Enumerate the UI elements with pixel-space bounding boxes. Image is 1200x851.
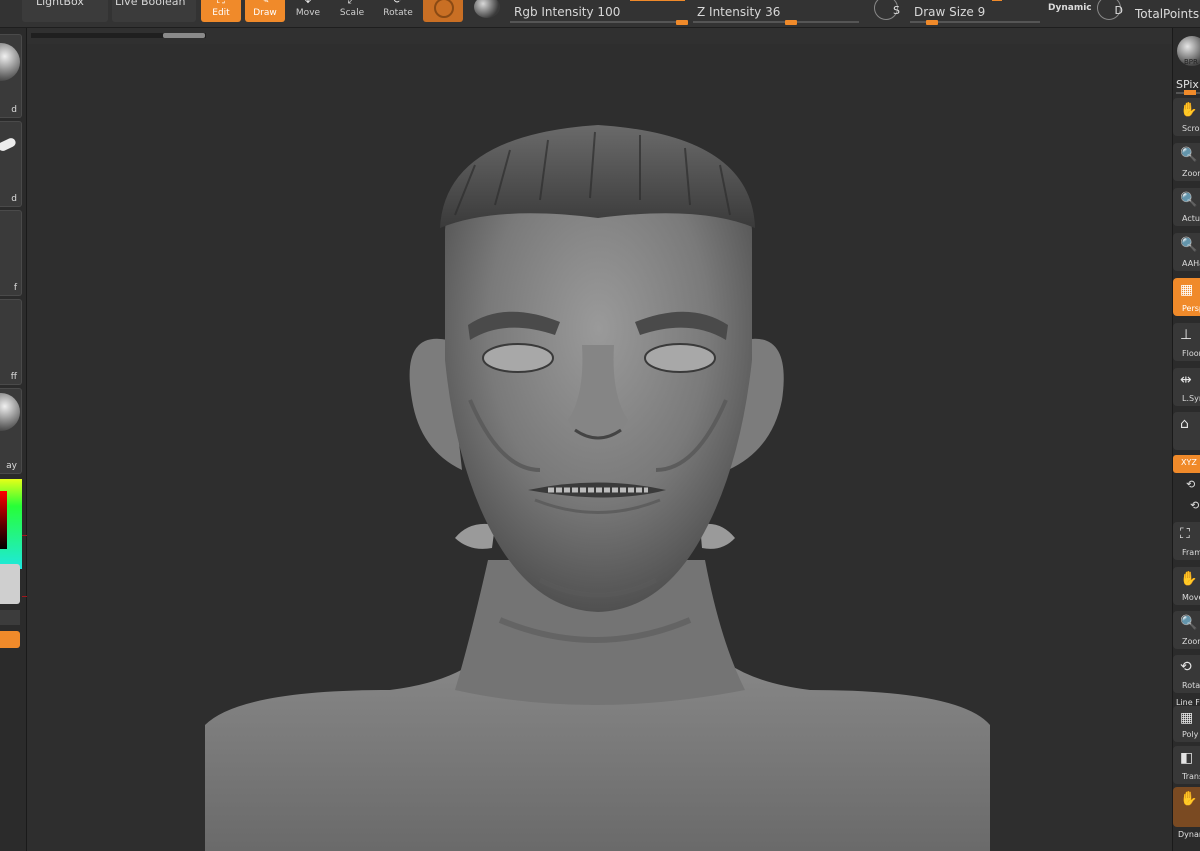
hair: [440, 125, 755, 228]
rgb-intensity-knob[interactable]: [676, 20, 688, 25]
rotate-view-button[interactable]: ⟲Rotate: [1173, 655, 1200, 693]
zbrush-window: LightBox Live Boolean ⛶ Edit ✎ Draw ✥ Mo…: [0, 0, 1200, 851]
spix-slider-knob[interactable]: [1184, 90, 1196, 95]
ghost-icon: ✋: [1180, 791, 1198, 807]
move-hand-icon: ✋: [1180, 571, 1198, 587]
secondary-color-swatch[interactable]: [0, 610, 20, 625]
polyframe-icon: ▦: [1180, 710, 1194, 726]
dynamic-label: Dynam: [1178, 830, 1200, 839]
left-shelf: d d f ff ay: [0, 28, 27, 851]
y-rotate-icon[interactable]: ⟲: [1186, 478, 1195, 491]
horizontal-scrollbar-thumb[interactable]: [163, 33, 205, 38]
brush-slot-standard[interactable]: d: [0, 34, 22, 118]
lock-icon: ⌂: [1180, 416, 1189, 432]
rotate-icon: ⟳: [378, 0, 418, 8]
mrgb-button[interactable]: [423, 0, 463, 22]
transp-button[interactable]: ◧Transp: [1173, 746, 1200, 784]
live-boolean-button[interactable]: Live Boolean: [112, 0, 196, 22]
xyz-rotation-button[interactable]: XYZ: [1173, 455, 1200, 473]
z-rotate-icon[interactable]: ⟲: [1190, 499, 1199, 512]
brush-slot-stroke[interactable]: d: [0, 121, 22, 207]
frame-button[interactable]: ⛶Frame: [1173, 522, 1200, 560]
floor-button[interactable]: ⊥ Floor: [1173, 323, 1200, 361]
move-icon: ✥: [288, 0, 328, 8]
color-picker[interactable]: [0, 479, 22, 569]
move-view-button[interactable]: ✋Move: [1173, 567, 1200, 605]
transparency-icon: ◧: [1180, 750, 1194, 766]
rgb-intensity-slider[interactable]: Rgb Intensity 100: [510, 0, 688, 28]
brush-slot-texture[interactable]: ff: [0, 299, 22, 385]
actual-icon: 🔍: [1180, 192, 1198, 208]
actual-button[interactable]: 🔍Actual: [1173, 188, 1200, 226]
z-intensity-slider[interactable]: Z Intensity 36: [693, 0, 859, 28]
polyf-button[interactable]: ▦ Poly: [1173, 706, 1200, 742]
scale-icon: ⤢: [332, 0, 372, 8]
left-earring: [455, 523, 495, 549]
lsym-button[interactable]: ⇹L.Sym: [1173, 368, 1200, 406]
zoom3d-button[interactable]: 🔍Zoom3D: [1173, 611, 1200, 649]
switch-color-button[interactable]: [0, 631, 20, 648]
lock-button[interactable]: ⌂: [1173, 412, 1200, 450]
material-sphere-icon[interactable]: [474, 0, 500, 18]
draw-size-knob[interactable]: [926, 20, 938, 25]
frame-icon: ⛶: [1180, 526, 1190, 542]
floor-icon: ⊥: [1180, 327, 1193, 343]
lightbox-button[interactable]: LightBox: [22, 0, 108, 22]
edit-button[interactable]: ⛶ Edit: [201, 0, 241, 22]
focal-shift-dial[interactable]: S: [874, 0, 900, 20]
hand-icon: ✋: [1180, 102, 1198, 118]
sculpt-model: [205, 125, 990, 851]
scroll-button[interactable]: ✋Scroll: [1173, 98, 1200, 136]
draw-icon: ✎: [245, 0, 285, 8]
total-points-readout: TotalPoints:: [1135, 7, 1200, 21]
zoom-button[interactable]: 🔍Zoom: [1173, 143, 1200, 181]
rotate-view-icon: ⟲: [1180, 659, 1192, 675]
color-picker-hue[interactable]: [0, 491, 7, 549]
stroke-icon: [0, 136, 18, 153]
aahalf-button[interactable]: 🔍AAHalf: [1173, 233, 1200, 271]
viewport-canvas[interactable]: [27, 44, 1172, 851]
zoom-icon: 🔍: [1180, 147, 1198, 163]
material-icon: [0, 393, 20, 431]
right-eye: [644, 343, 716, 373]
standard-brush-icon: [0, 43, 20, 81]
zoom3d-icon: 🔍: [1180, 615, 1198, 631]
perspective-icon: ▦: [1180, 282, 1194, 298]
main-color-swatch[interactable]: [0, 564, 20, 604]
draw-size-slider[interactable]: Draw Size 9: [910, 0, 1040, 28]
symmetry-icon: ⇹: [1180, 372, 1192, 388]
brush-slot-material[interactable]: ay: [0, 388, 22, 474]
draw-button[interactable]: ✎ Draw: [245, 0, 285, 22]
aahalf-icon: 🔍: [1180, 237, 1198, 253]
left-eye: [482, 343, 554, 373]
edit-icon: ⛶: [201, 0, 241, 8]
rotate-button[interactable]: ⟳ Rotate: [378, 0, 418, 22]
brush-slot-alpha[interactable]: f: [0, 210, 22, 296]
draw-size-dynamic-dial[interactable]: D: [1097, 0, 1123, 20]
ghost-button[interactable]: ✋: [1173, 787, 1200, 827]
scale-button[interactable]: ⤢ Scale: [332, 0, 372, 22]
top-toolbar: LightBox Live Boolean ⛶ Edit ✎ Draw ✥ Mo…: [0, 0, 1200, 28]
z-intensity-knob[interactable]: [785, 20, 797, 25]
move-button[interactable]: ✥ Move: [288, 0, 328, 22]
persp-button[interactable]: ▦Persp: [1173, 278, 1200, 316]
bpr-label: BPR: [1184, 58, 1198, 66]
canvas-scroll-strip: [27, 28, 1172, 44]
dynamic-toggle[interactable]: Dynamic: [1048, 3, 1092, 13]
